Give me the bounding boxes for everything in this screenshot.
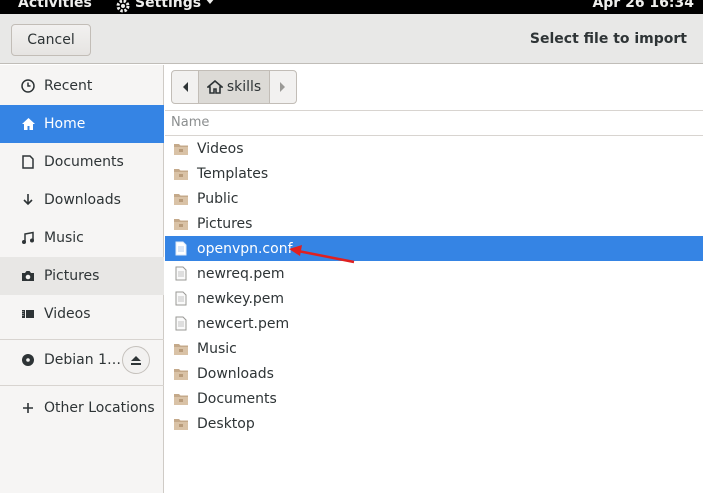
path-back-button[interactable]	[172, 71, 198, 103]
gear-icon	[116, 0, 130, 13]
home-icon	[206, 80, 223, 94]
file-row[interactable]: newcert.pem	[165, 311, 703, 336]
sidebar-item-device[interactable]: Debian 1…	[0, 341, 164, 379]
app-menu[interactable]: Settings	[115, 0, 216, 14]
file-row[interactable]: newreq.pem	[165, 261, 703, 286]
folder-icon	[173, 166, 189, 182]
file-name: Documents	[197, 390, 277, 407]
file-name: openvpn.conf	[197, 240, 293, 257]
file-name: Pictures	[197, 215, 253, 232]
file-name: Videos	[197, 140, 244, 157]
app-menu-label: Settings	[135, 0, 202, 11]
sidebar-item-label: Other Locations	[44, 400, 155, 416]
file-row[interactable]: Videos	[165, 136, 703, 161]
eject-button[interactable]	[122, 346, 150, 374]
chevron-left-icon	[183, 82, 188, 92]
file-name: Templates	[197, 165, 269, 182]
file-icon	[173, 291, 189, 307]
sidebar-item-label: Pictures	[44, 268, 100, 284]
folder-icon	[173, 216, 189, 232]
folder-icon	[173, 341, 189, 357]
path-segment-label: skills	[226, 79, 262, 95]
document-icon	[20, 154, 36, 170]
sidebar-item-home[interactable]: Home	[0, 105, 164, 143]
sidebar-item-label: Downloads	[44, 192, 121, 208]
folder-icon	[173, 366, 189, 382]
folder-icon	[173, 191, 189, 207]
sidebar-item-other-locations[interactable]: Other Locations	[0, 389, 164, 427]
eject-icon	[131, 355, 141, 365]
file-row[interactable]: newkey.pem	[165, 286, 703, 311]
activities-button[interactable]: Activities	[18, 0, 92, 11]
sidebar-separator	[0, 385, 164, 386]
sidebar-item-label: Videos	[44, 306, 91, 322]
column-header-name[interactable]: Name	[165, 110, 703, 136]
file-row[interactable]: Public	[165, 186, 703, 211]
file-name: newreq.pem	[197, 265, 285, 282]
sidebar-item-videos[interactable]: Videos	[0, 295, 164, 333]
download-icon	[20, 192, 36, 208]
sidebar-item-label: Debian 1…	[44, 352, 121, 368]
file-name: Downloads	[197, 365, 274, 382]
chevron-down-icon	[205, 0, 216, 4]
path-forward-button[interactable]	[270, 71, 296, 103]
file-name: Public	[197, 190, 239, 207]
places-sidebar: Recent Home Documents Downloads Music Pi…	[0, 65, 164, 493]
path-bar: skills	[171, 70, 297, 104]
disc-icon	[20, 352, 36, 368]
chevron-right-icon	[280, 82, 285, 92]
file-row[interactable]: Documents	[165, 386, 703, 411]
path-segment-home[interactable]: skills	[198, 71, 270, 103]
dialog-title: Select file to import	[529, 31, 687, 47]
file-name: Music	[197, 340, 237, 357]
sidebar-item-label: Recent	[44, 78, 93, 94]
sidebar-item-label: Home	[44, 116, 86, 132]
top-bar: Activities Settings Apr 26 16:34	[0, 0, 703, 14]
plus-icon	[20, 400, 36, 416]
file-icon	[173, 266, 189, 282]
column-header-label: Name	[171, 115, 210, 130]
file-name: Desktop	[197, 415, 255, 432]
folder-icon	[173, 416, 189, 432]
file-row[interactable]: Pictures	[165, 211, 703, 236]
file-name: newcert.pem	[197, 315, 290, 332]
folder-icon	[173, 141, 189, 157]
sidebar-item-label: Music	[44, 230, 84, 246]
sidebar-item-recent[interactable]: Recent	[0, 67, 164, 105]
sidebar-item-documents[interactable]: Documents	[0, 143, 164, 181]
folder-icon	[173, 391, 189, 407]
sidebar-item-music[interactable]: Music	[0, 219, 164, 257]
camera-icon	[20, 268, 36, 284]
cancel-button[interactable]: Cancel	[11, 24, 91, 56]
file-row[interactable]: Desktop	[165, 411, 703, 436]
music-icon	[20, 230, 36, 246]
home-icon	[20, 116, 36, 132]
file-row[interactable]: openvpn.conf	[165, 236, 703, 261]
file-row[interactable]: Music	[165, 336, 703, 361]
file-icon	[173, 316, 189, 332]
clock-icon	[20, 78, 36, 94]
file-name: newkey.pem	[197, 290, 285, 307]
file-row[interactable]: Templates	[165, 161, 703, 186]
video-icon	[20, 306, 36, 322]
clock[interactable]: Apr 26 16:34	[592, 0, 694, 11]
sidebar-separator	[0, 339, 164, 340]
sidebar-item-pictures[interactable]: Pictures	[0, 257, 164, 295]
sidebar-item-label: Documents	[44, 154, 124, 170]
sidebar-item-downloads[interactable]: Downloads	[0, 181, 164, 219]
dialog-header: Cancel Select file to import	[0, 14, 703, 64]
file-row[interactable]: Downloads	[165, 361, 703, 386]
file-icon	[173, 241, 189, 257]
